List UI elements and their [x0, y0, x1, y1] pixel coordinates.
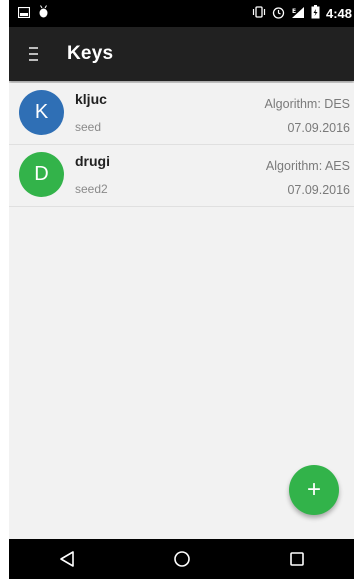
vibrate-icon — [252, 6, 266, 21]
plus-icon: + — [306, 476, 321, 503]
key-date: 07.09.2016 — [287, 183, 350, 197]
recents-button[interactable] — [277, 539, 317, 579]
signal-icon: E — [291, 6, 305, 22]
key-algorithm: Algorithm: DES — [264, 97, 350, 111]
phone-screen: E 4:48 Keys K kljuc seed Algorithm: DES … — [9, 0, 354, 579]
back-icon — [59, 551, 74, 567]
key-seed: seed — [75, 120, 102, 134]
back-button[interactable] — [47, 539, 87, 579]
svg-text:E: E — [292, 8, 296, 15]
page-title: Keys — [67, 43, 114, 64]
add-key-button[interactable]: + — [289, 465, 339, 515]
navigation-bar — [9, 539, 354, 579]
key-name: drugi — [75, 153, 110, 169]
recents-icon — [289, 552, 304, 566]
key-seed: seed2 — [75, 182, 108, 196]
key-list: K kljuc seed Algorithm: DES 07.09.2016 D… — [9, 83, 354, 207]
key-date: 07.09.2016 — [287, 121, 350, 135]
status-time: 4:48 — [325, 6, 352, 21]
key-algorithm: Algorithm: AES — [265, 159, 350, 173]
android-debug-icon — [38, 4, 49, 23]
avatar: D — [19, 152, 64, 197]
home-icon — [173, 551, 190, 567]
list-item-drugi[interactable]: D drugi seed2 Algorithm: AES 07.09.2016 — [9, 145, 354, 207]
screenshot-icon — [17, 5, 31, 23]
battery-icon — [311, 5, 320, 22]
list-item-kljuc[interactable]: K kljuc seed Algorithm: DES 07.09.2016 — [9, 83, 354, 145]
home-button[interactable] — [162, 539, 202, 579]
alarm-icon — [272, 6, 285, 22]
key-name: kljuc — [75, 91, 107, 107]
status-bar: E 4:48 — [9, 0, 354, 27]
avatar: K — [19, 90, 64, 135]
hamburger-icon[interactable] — [23, 42, 47, 66]
app-bar: Keys — [9, 27, 354, 81]
